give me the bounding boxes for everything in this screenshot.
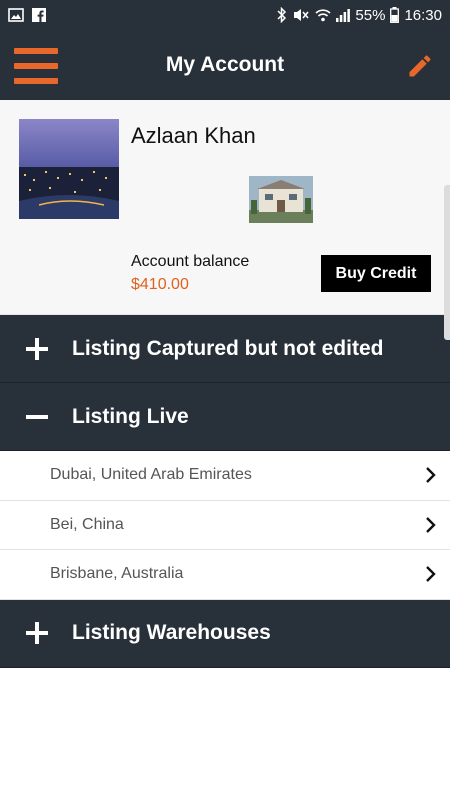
avatar[interactable] [19,119,119,219]
plus-icon [22,618,52,648]
list-item-label: Dubai, United Arab Emirates [50,466,252,484]
list-item-label: Brisbane, Australia [50,565,184,583]
list-item[interactable]: Dubai, United Arab Emirates [0,451,450,501]
signal-icon [336,9,351,22]
account-balance-value: $410.00 [131,276,189,293]
hamburger-menu-icon[interactable] [14,48,58,84]
section-listing-captured[interactable]: Listing Captured but not edited [0,315,450,383]
status-bar: 55% 16:30 [0,0,450,30]
list-item[interactable]: Bei, China [0,500,450,550]
pencil-edit-icon[interactable] [406,52,434,80]
profile-card: Azlaan Khan Account balance $410.00 Buy … [0,100,450,340]
section-title: Listing Captured but not edited [72,336,384,360]
user-name: Azlaan Khan [131,123,256,148]
list-item[interactable]: Brisbane, Australia [0,550,450,600]
buy-credit-button[interactable]: Buy Credit [321,255,431,292]
bluetooth-icon [277,7,287,23]
section-listing-live[interactable]: Listing Live [0,383,450,451]
gallery-icon [8,8,24,22]
section-title: Listing Live [72,404,189,428]
chevron-right-icon [426,516,436,533]
clock: 16:30 [404,6,442,24]
minus-icon [22,402,52,432]
scrollbar[interactable] [444,185,450,340]
wifi-icon [315,9,331,22]
chevron-right-icon [426,467,436,484]
list-item-label: Bei, China [50,515,124,533]
page-title: My Account [165,53,285,76]
account-balance-label: Account balance [131,253,250,270]
facebook-icon [32,8,46,22]
house-thumbnail[interactable] [249,176,313,223]
app-bar: My Account [0,30,450,100]
section-title: Listing Warehouses [72,621,271,644]
mute-icon [294,9,310,21]
battery-icon [390,7,400,23]
plus-icon [22,334,52,364]
section-listing-warehouses[interactable]: Listing Warehouses [0,599,450,668]
battery-percent: 55% [355,6,386,24]
chevron-right-icon [426,566,436,583]
screen: 55% 16:30 My Account Azlaan Khan Account… [0,0,450,800]
